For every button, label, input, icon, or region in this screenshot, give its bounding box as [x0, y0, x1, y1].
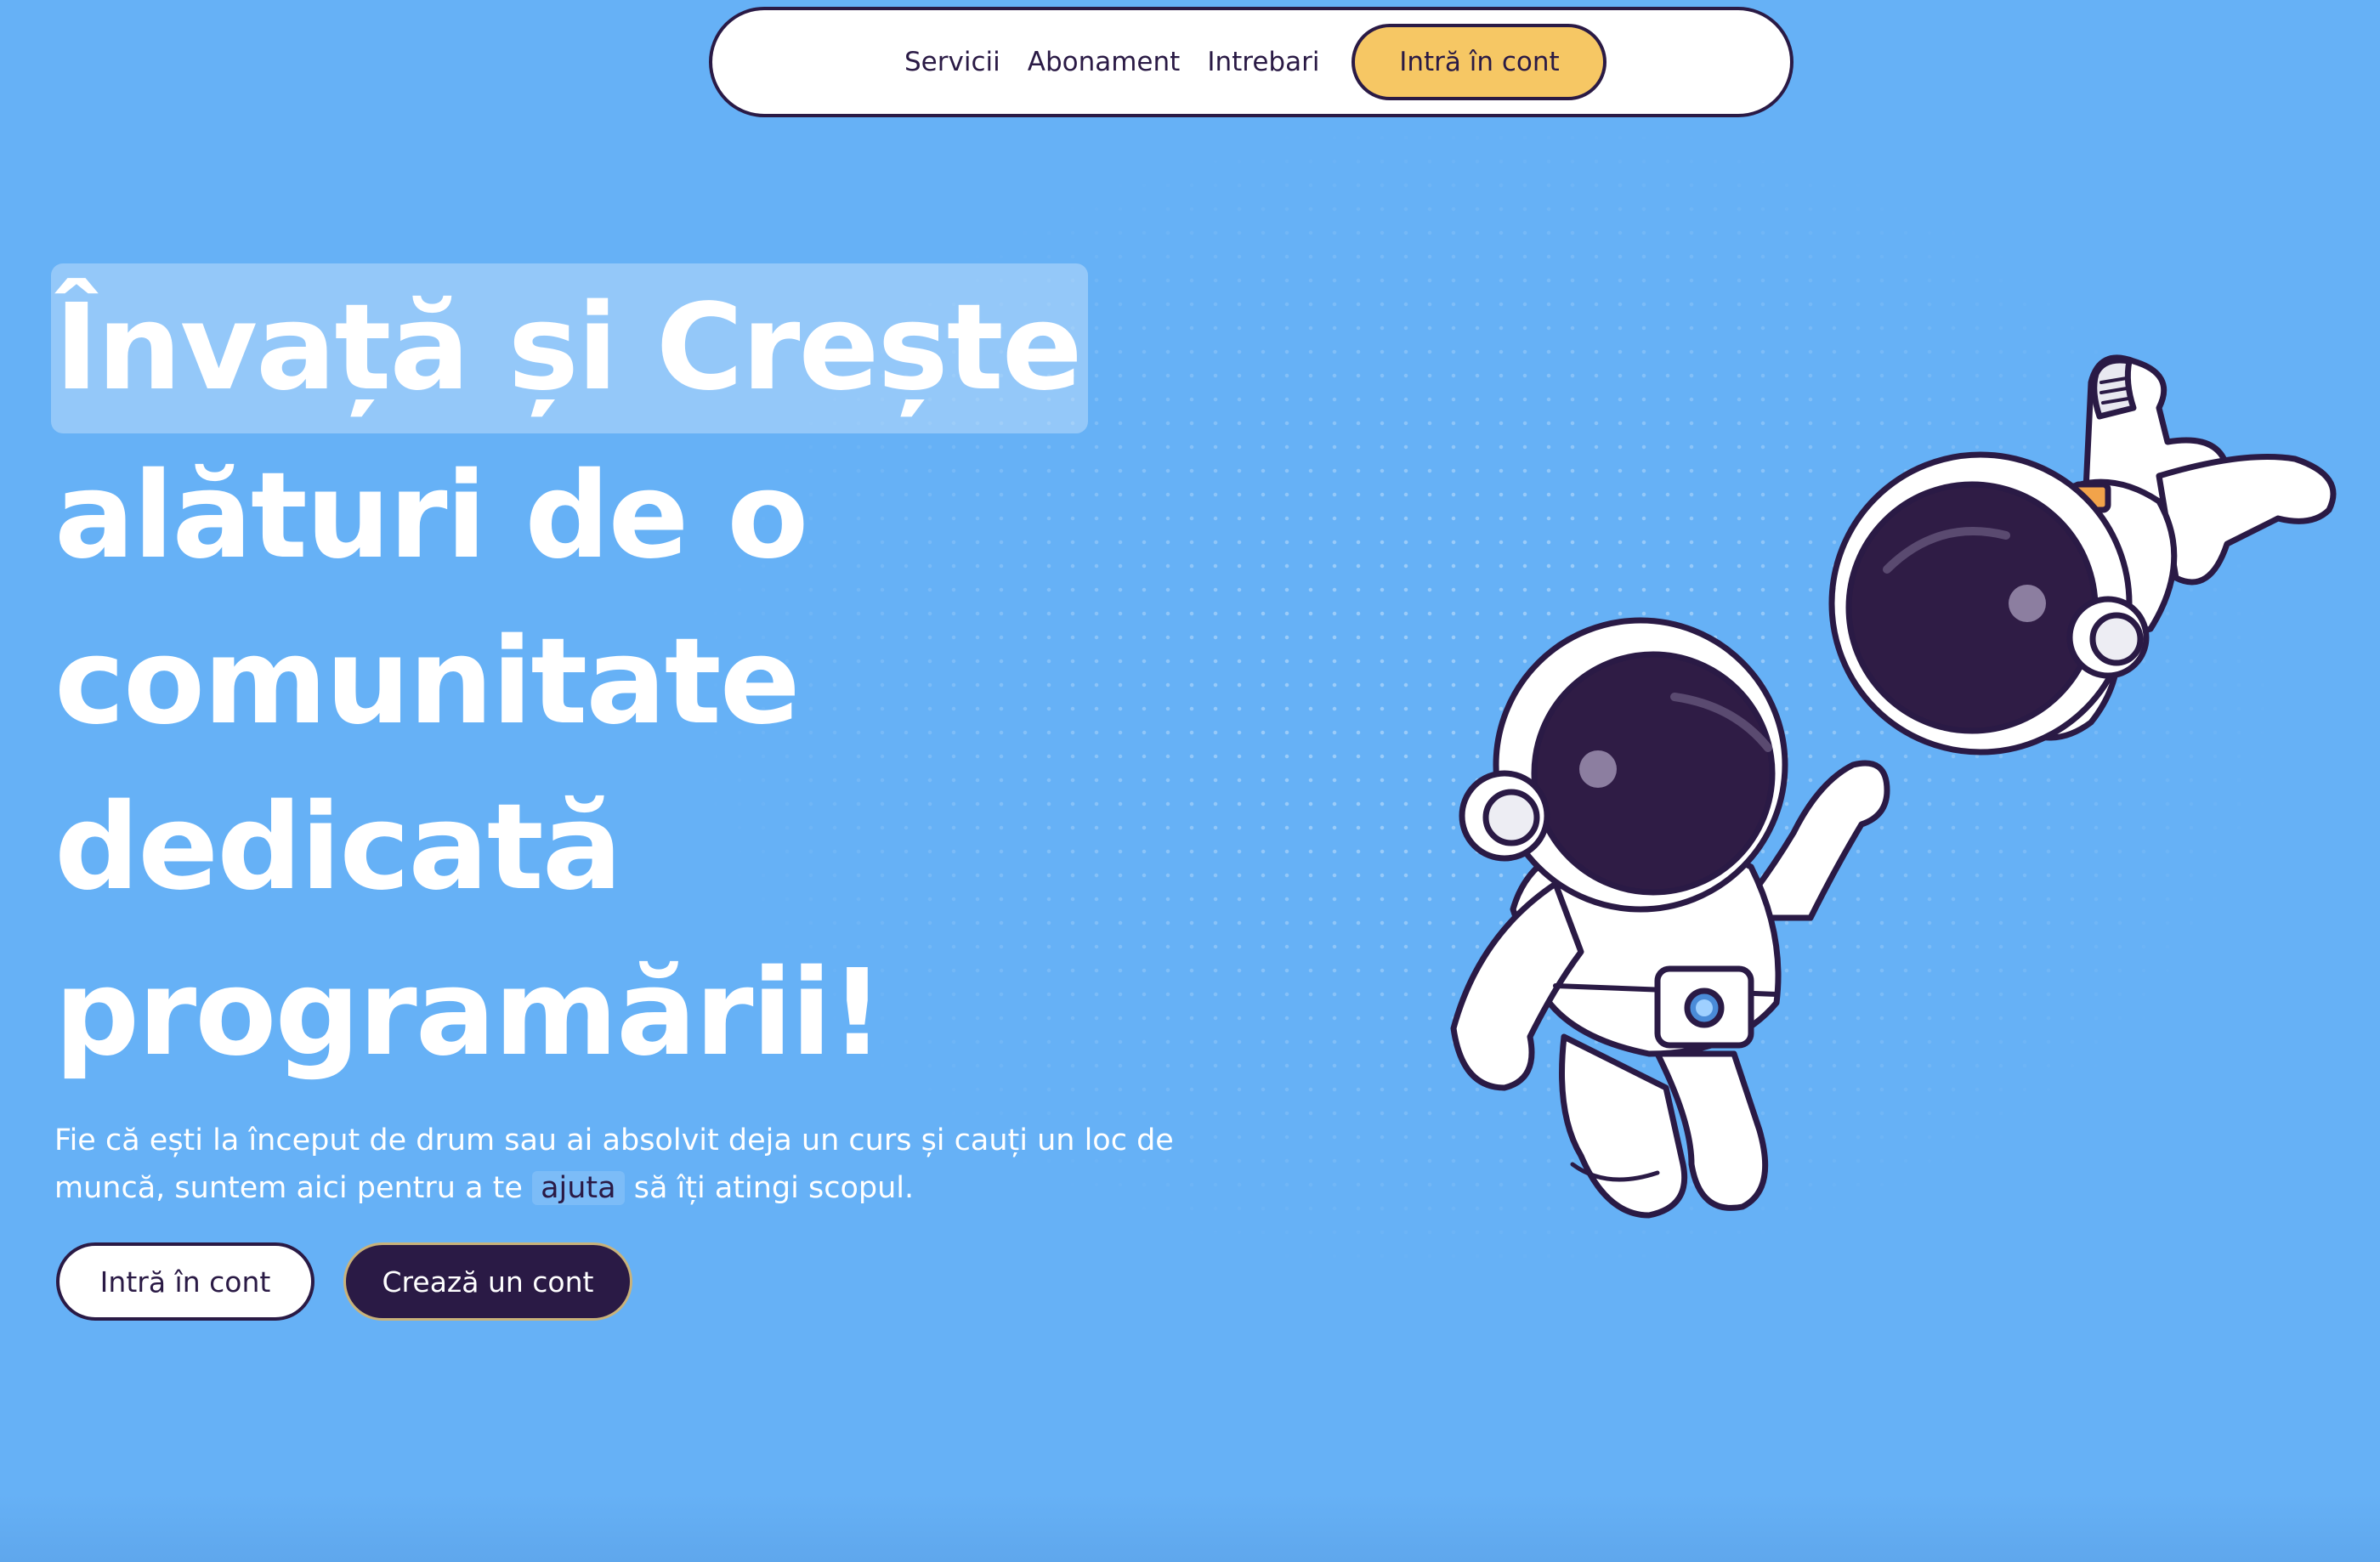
hero-subtitle: Fie că ești la început de drum sau ai ab… — [54, 1117, 1176, 1212]
hero-create-account-button[interactable]: Crează un cont — [343, 1242, 632, 1321]
hero-title: Învață și Crește alături de o comunitate… — [51, 263, 1088, 1096]
hero-login-button[interactable]: Intră în cont — [56, 1242, 314, 1321]
nav-login-button[interactable]: Intră în cont — [1352, 24, 1607, 100]
astronaut-left — [1450, 617, 1890, 1219]
hero-title-highlight: Învață și Crește — [51, 263, 1088, 433]
hero-title-line-1: alături de o — [54, 447, 808, 586]
nav-link-intrebari[interactable]: Intrebari — [1207, 47, 1319, 77]
hero-subtitle-part2: să îți atingi scopul. — [633, 1171, 915, 1205]
top-navbar: Servicii Abonament Intrebari Intră în co… — [709, 7, 1794, 117]
hero-subtitle-highlight: ajuta — [532, 1171, 625, 1205]
hero-title-line-3: dedicată — [54, 778, 622, 917]
astronauts-illustration — [1411, 323, 2363, 1258]
nav-link-abonament[interactable]: Abonament — [1028, 47, 1181, 77]
hero-title-line-2: comunitate — [54, 613, 801, 751]
bottom-fade — [0, 1494, 2380, 1562]
hero-title-line-4: programării! — [54, 944, 884, 1083]
astronaut-right — [1828, 354, 2337, 756]
nav-link-servicii[interactable]: Servicii — [904, 47, 1000, 77]
